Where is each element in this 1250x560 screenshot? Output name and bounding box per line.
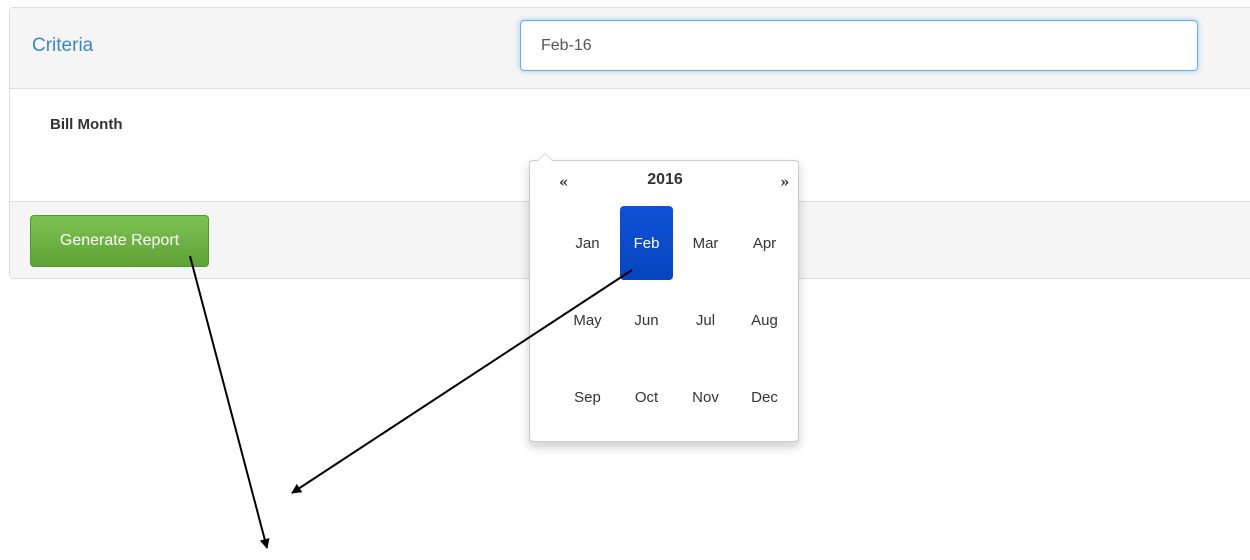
month-sep[interactable]: Sep <box>561 360 614 434</box>
prev-year-button[interactable]: « <box>559 173 568 191</box>
panel-title: Criteria <box>32 35 94 56</box>
month-jun[interactable]: Jun <box>620 283 673 357</box>
month-grid: Jan Feb Mar Apr May Jun Jul Aug Sep Oct … <box>561 206 801 437</box>
month-may[interactable]: May <box>561 283 614 357</box>
picker-header: 2016 « » <box>530 169 800 193</box>
bill-month-label: Bill Month <box>50 116 123 133</box>
month-mar[interactable]: Mar <box>679 206 732 280</box>
month-jan[interactable]: Jan <box>561 206 614 280</box>
picker-year[interactable]: 2016 <box>530 171 800 189</box>
bill-month-input[interactable] <box>520 20 1198 71</box>
month-nov[interactable]: Nov <box>679 360 732 434</box>
month-feb[interactable]: Feb <box>620 206 673 280</box>
annotation-arrow-from-button <box>189 255 270 549</box>
month-apr[interactable]: Apr <box>738 206 791 280</box>
generate-report-button[interactable]: Generate Report <box>30 215 209 267</box>
month-aug[interactable]: Aug <box>738 283 791 357</box>
month-picker-dropdown: 2016 « » Jan Feb Mar Apr May Jun Jul Aug… <box>529 153 801 442</box>
next-year-button[interactable]: » <box>780 173 789 191</box>
month-oct[interactable]: Oct <box>620 360 673 434</box>
picker-caret-inner <box>538 154 552 161</box>
month-jul[interactable]: Jul <box>679 283 732 357</box>
month-dec[interactable]: Dec <box>738 360 791 434</box>
